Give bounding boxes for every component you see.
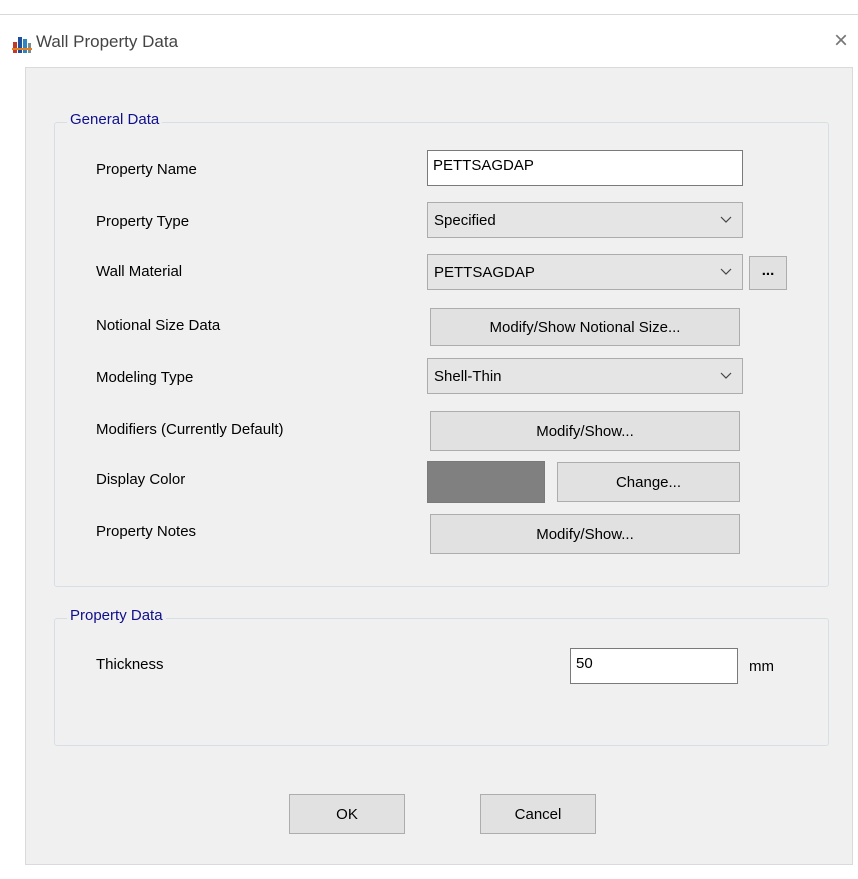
wall-material-value: PETTSAGDAP — [434, 263, 535, 281]
dialog-body: General Data Property Name PETTSAGDAP Pr… — [25, 67, 853, 865]
chevron-down-icon — [720, 268, 732, 275]
property-name-input[interactable]: PETTSAGDAP — [427, 150, 743, 186]
modifiers-label: Modifiers (Currently Default) — [96, 421, 284, 438]
property-type-dropdown[interactable]: Specified — [427, 202, 743, 238]
chevron-down-icon — [720, 216, 732, 223]
window-title: Wall Property Data — [36, 32, 179, 51]
property-notes-modify-show-button[interactable]: Modify/Show... — [430, 514, 740, 554]
property-notes-label: Property Notes — [96, 523, 197, 540]
wall-material-browse-button[interactable]: ... — [749, 256, 787, 290]
modeling-type-value: Shell-Thin — [434, 367, 502, 385]
change-color-button[interactable]: Change... — [557, 462, 740, 502]
wall-property-app-icon — [12, 37, 32, 53]
chevron-down-icon — [720, 372, 732, 379]
modeling-type-dropdown[interactable]: Shell-Thin — [427, 358, 743, 394]
display-color-label: Display Color — [96, 471, 186, 488]
thickness-input[interactable]: 50 — [570, 648, 738, 684]
browse-label: ... — [761, 261, 775, 279]
property-type-label: Property Type — [96, 213, 190, 230]
wall-material-label: Wall Material — [96, 263, 183, 280]
cancel-button[interactable]: Cancel — [480, 794, 596, 834]
modeling-type-label: Modeling Type — [96, 369, 194, 386]
property-type-value: Specified — [434, 211, 496, 229]
wall-material-dropdown[interactable]: PETTSAGDAP — [427, 254, 743, 290]
thickness-label: Thickness — [96, 656, 164, 673]
ok-button[interactable]: OK — [289, 794, 405, 834]
display-color-swatch[interactable] — [427, 461, 545, 503]
close-button[interactable]: × — [826, 26, 856, 56]
thickness-unit: mm — [749, 658, 774, 675]
modifiers-modify-show-button[interactable]: Modify/Show... — [430, 411, 740, 451]
general-data-legend: General Data — [67, 111, 163, 128]
close-icon: × — [833, 27, 848, 54]
modify-notional-size-button[interactable]: Modify/Show Notional Size... — [430, 308, 740, 346]
top-border-line — [0, 14, 858, 15]
property-data-legend: Property Data — [67, 607, 166, 624]
notional-size-label: Notional Size Data — [96, 317, 221, 334]
property-name-label: Property Name — [96, 161, 197, 178]
